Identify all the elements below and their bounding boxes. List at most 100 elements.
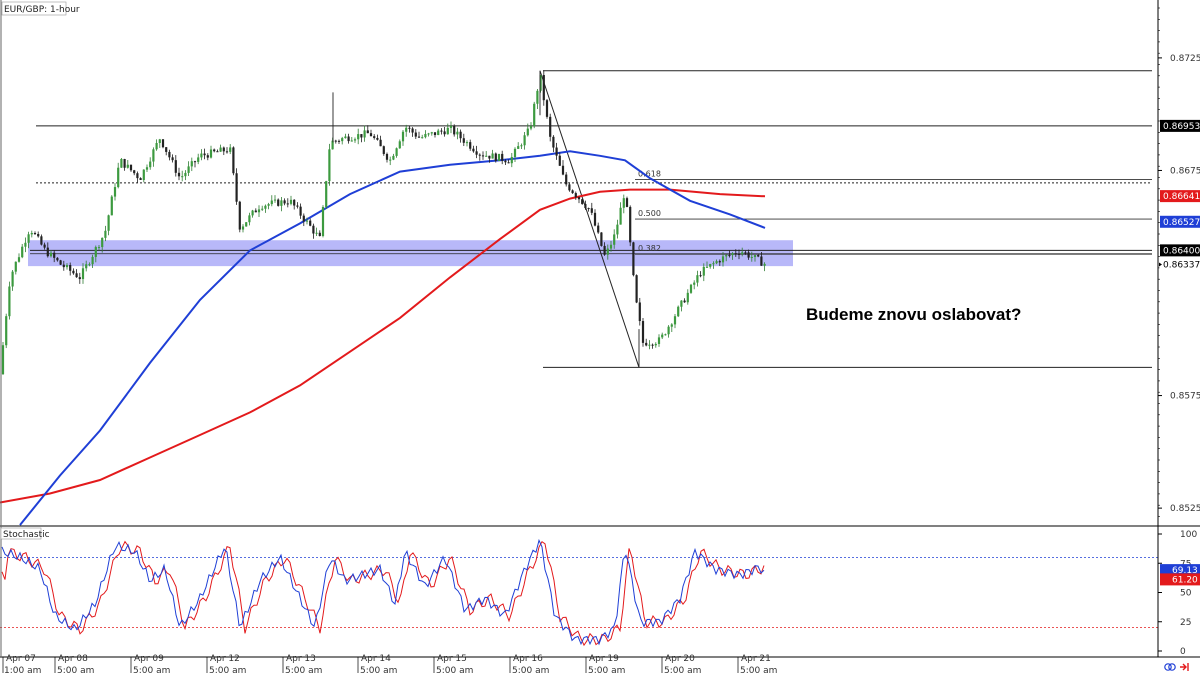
candle-body [664,334,667,336]
candle-body [702,266,705,276]
candle-body [625,198,629,207]
stoch-tick-label: 0 [1180,647,1186,657]
candle-body [421,137,424,139]
candle-body [254,210,257,213]
candle-body [520,145,523,147]
candle-body [616,224,619,235]
candle-body [622,198,625,208]
candle-body [97,247,101,249]
candle-body [405,127,408,132]
candle-body [587,208,590,210]
candle-body [629,206,632,243]
candle-body [529,125,533,129]
candle-body [584,203,587,209]
candle-body [270,200,273,205]
candle-body [321,207,325,236]
candle-body [593,212,597,226]
candle-body [187,166,190,173]
candle-body [517,146,520,149]
candle-body [222,147,225,152]
candle-body [427,133,430,135]
candle-body [721,256,725,263]
candle-body [728,255,731,257]
candle-body [472,148,475,152]
candle-body [478,154,481,156]
candle-body [523,135,526,146]
candle-body [424,133,427,138]
candle-body [142,169,145,180]
candle-body [443,131,446,135]
candle-body [219,147,222,152]
candle-body [85,264,88,269]
candle-body [699,275,702,277]
candle-body [737,253,741,255]
candle-body [456,131,459,135]
candle-body [168,151,171,158]
candle-body [101,237,104,248]
candle-body [8,286,11,317]
candle-body [545,100,549,117]
time-label: 5:00 am [588,666,625,675]
candle-body [78,277,81,280]
candle-body [277,199,280,206]
candle-body [353,139,357,141]
candle-body [328,149,331,182]
candle-body [536,90,539,104]
candle-body [696,275,699,283]
candle-body [555,147,558,156]
candle-body [209,149,213,158]
chart-title: EUR/GBP: 1-hour [4,5,80,15]
candle-body [632,242,635,276]
candle-body [123,158,126,168]
candle-body [657,337,661,344]
candle-body [14,261,17,272]
candle-body [152,149,155,162]
time-label: 5:00 am [436,666,473,675]
candle-body [475,151,478,155]
candle-body [363,130,366,138]
candle-body [725,255,728,257]
candle-body [485,155,488,157]
candle-body [117,167,120,188]
candle-body [603,245,606,255]
candle-body [680,300,683,307]
candle-body [414,132,417,137]
candle-body [299,206,302,216]
candle-body [312,225,315,234]
candle-body [641,321,645,343]
candle-body [369,133,373,137]
candle-body [619,207,622,225]
candle-body [62,264,65,268]
candle-body [171,157,174,161]
candle-body [49,252,53,257]
date-label: Apr 21 [741,654,771,664]
candle-body [686,292,689,303]
candle-body [613,234,616,245]
candle-body [43,244,46,248]
candle-body [248,215,251,223]
candle-body [481,155,485,157]
candle-body [510,156,513,164]
candle-body [296,205,299,207]
date-label: Apr 12 [210,654,240,664]
candle-body [446,127,449,135]
candle-body [190,161,193,167]
candle-body [465,142,469,144]
candle-body [760,256,763,266]
candle-body [337,140,341,142]
candle-body [494,153,497,161]
candle-body [417,136,421,138]
candle-body [21,246,24,258]
candle-body [462,138,465,143]
candle-body [203,153,206,156]
date-label: Apr 07 [6,654,36,664]
stoch-tick-label: 50 [1180,589,1192,599]
candle-body [293,199,296,206]
forex-chart: 0.6180.5000.382 100755025069.1361.20 0.8… [0,0,1200,675]
candle-body [712,263,715,265]
candle-body [661,334,664,338]
candle-body [376,137,379,140]
candle-body [741,252,744,254]
candle-body [638,302,641,322]
candle-body [571,190,574,194]
